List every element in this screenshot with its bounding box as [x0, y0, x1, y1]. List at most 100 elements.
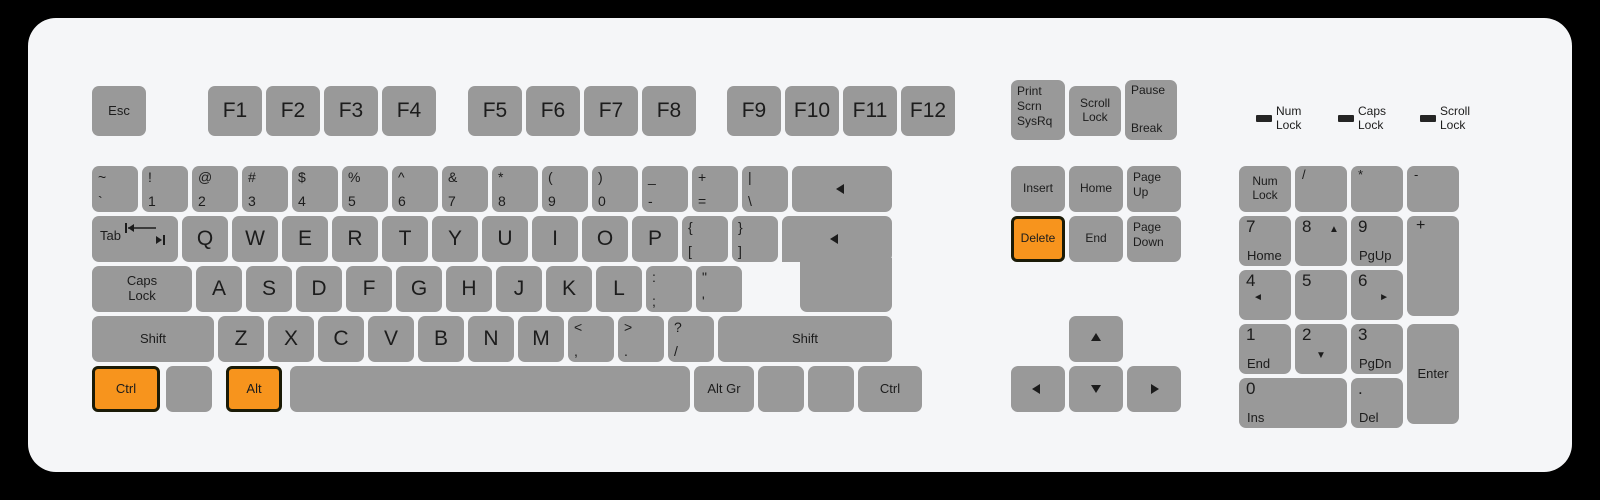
key-q[interactable]: Q [182, 216, 228, 262]
key-r[interactable]: R [332, 216, 378, 262]
key-t[interactable]: T [382, 216, 428, 262]
key-numpad-7[interactable]: 7 Home [1239, 216, 1291, 266]
key-backspace[interactable] [792, 166, 892, 212]
key-numpad-3[interactable]: 3 PgDn [1351, 324, 1403, 374]
key-f10[interactable]: F10 [785, 86, 839, 136]
key-f7[interactable]: F7 [584, 86, 638, 136]
key-1[interactable]: ! 1 [142, 166, 188, 212]
key-ctrl-left[interactable]: Ctrl [92, 366, 160, 412]
key-e[interactable]: E [282, 216, 328, 262]
key-bracket-right[interactable]: } ] [732, 216, 778, 262]
key-page-down[interactable]: Page Down [1127, 216, 1181, 262]
key-n[interactable]: N [468, 316, 514, 362]
key-w[interactable]: W [232, 216, 278, 262]
key-7[interactable]: & 7 [442, 166, 488, 212]
key-4[interactable]: $ 4 [292, 166, 338, 212]
key-numpad-1[interactable]: 1 End [1239, 324, 1291, 374]
key-s[interactable]: S [246, 266, 292, 312]
key-numpad-multiply[interactable]: * [1351, 166, 1403, 212]
key-v[interactable]: V [368, 316, 414, 362]
key-arrow-right[interactable] [1127, 366, 1181, 412]
key-period[interactable]: > . [618, 316, 664, 362]
key-home[interactable]: Home [1069, 166, 1123, 212]
key-menu[interactable] [808, 366, 854, 412]
key-0[interactable]: ) 0 [592, 166, 638, 212]
key-numpad-6[interactable]: 6 ► [1351, 270, 1403, 320]
key-p[interactable]: P [632, 216, 678, 262]
key-semicolon[interactable]: : ; [646, 266, 692, 312]
key-d[interactable]: D [296, 266, 342, 312]
key-f[interactable]: F [346, 266, 392, 312]
key-h[interactable]: H [446, 266, 492, 312]
key-g[interactable]: G [396, 266, 442, 312]
key-f6[interactable]: F6 [526, 86, 580, 136]
key-m[interactable]: M [518, 316, 564, 362]
key-shift-right[interactable]: Shift [718, 316, 892, 362]
key-esc[interactable]: Esc [92, 86, 146, 136]
key-l[interactable]: L [596, 266, 642, 312]
key-backquote[interactable]: ~ ` [92, 166, 138, 212]
key-f1[interactable]: F1 [208, 86, 262, 136]
key-x[interactable]: X [268, 316, 314, 362]
key-numpad-9[interactable]: 9 PgUp [1351, 216, 1403, 266]
key-k[interactable]: K [546, 266, 592, 312]
key-o[interactable]: O [582, 216, 628, 262]
key-minus[interactable]: _ - [642, 166, 688, 212]
key-scroll-lock[interactable]: Scroll Lock [1069, 86, 1121, 136]
key-numpad-8[interactable]: 8 ▲ [1295, 216, 1347, 266]
key-9[interactable]: ( 9 [542, 166, 588, 212]
key-c[interactable]: C [318, 316, 364, 362]
key-5[interactable]: % 5 [342, 166, 388, 212]
key-pause-break[interactable]: Pause Break [1125, 80, 1177, 140]
key-a[interactable]: A [196, 266, 242, 312]
key-arrow-down[interactable] [1069, 366, 1123, 412]
key-bracket-left[interactable]: { [ [682, 216, 728, 262]
key-z[interactable]: Z [218, 316, 264, 362]
key-shift-left[interactable]: Shift [92, 316, 214, 362]
key-quote[interactable]: " ' [696, 266, 742, 312]
key-numpad-4[interactable]: 4 ◄ [1239, 270, 1291, 320]
key-slash[interactable]: ? / [668, 316, 714, 362]
key-arrow-up[interactable] [1069, 316, 1123, 362]
key-tab[interactable]: Tab [92, 216, 178, 262]
key-end[interactable]: End [1069, 216, 1123, 262]
key-y[interactable]: Y [432, 216, 478, 262]
key-f4[interactable]: F4 [382, 86, 436, 136]
key-insert[interactable]: Insert [1011, 166, 1065, 212]
key-comma[interactable]: < , [568, 316, 614, 362]
key-numpad-5[interactable]: 5 [1295, 270, 1347, 320]
key-backslash[interactable]: | \ [742, 166, 788, 212]
key-ctrl-right[interactable]: Ctrl [858, 366, 922, 412]
key-f12[interactable]: F12 [901, 86, 955, 136]
key-print-screen[interactable]: Print Scrn SysRq [1011, 80, 1065, 140]
key-i[interactable]: I [532, 216, 578, 262]
key-page-up[interactable]: Page Up [1127, 166, 1181, 212]
key-6[interactable]: ^ 6 [392, 166, 438, 212]
key-numpad-enter[interactable]: Enter [1407, 324, 1459, 424]
key-alt-left[interactable]: Alt [226, 366, 282, 412]
key-j[interactable]: J [496, 266, 542, 312]
key-numpad-2[interactable]: 2 ▼ [1295, 324, 1347, 374]
key-numpad-subtract[interactable]: - [1407, 166, 1459, 212]
key-delete[interactable]: Delete [1011, 216, 1065, 262]
key-f9[interactable]: F9 [727, 86, 781, 136]
key-2[interactable]: @ 2 [192, 166, 238, 212]
key-f8[interactable]: F8 [642, 86, 696, 136]
key-f11[interactable]: F11 [843, 86, 897, 136]
key-numpad-add[interactable]: + [1407, 216, 1459, 316]
key-numpad-decimal[interactable]: . Del [1351, 378, 1403, 428]
key-alt-gr[interactable]: Alt Gr [694, 366, 754, 412]
key-f3[interactable]: F3 [324, 86, 378, 136]
key-numpad-divide[interactable]: / [1295, 166, 1347, 212]
key-meta-left[interactable] [166, 366, 212, 412]
key-equal[interactable]: + = [692, 166, 738, 212]
key-numpad-0[interactable]: 0 Ins [1239, 378, 1347, 428]
key-b[interactable]: B [418, 316, 464, 362]
key-caps-lock[interactable]: Caps Lock [92, 266, 192, 312]
key-num-lock[interactable]: Num Lock [1239, 166, 1291, 212]
key-3[interactable]: # 3 [242, 166, 288, 212]
key-f5[interactable]: F5 [468, 86, 522, 136]
key-8[interactable]: * 8 [492, 166, 538, 212]
key-u[interactable]: U [482, 216, 528, 262]
key-arrow-left[interactable] [1011, 366, 1065, 412]
